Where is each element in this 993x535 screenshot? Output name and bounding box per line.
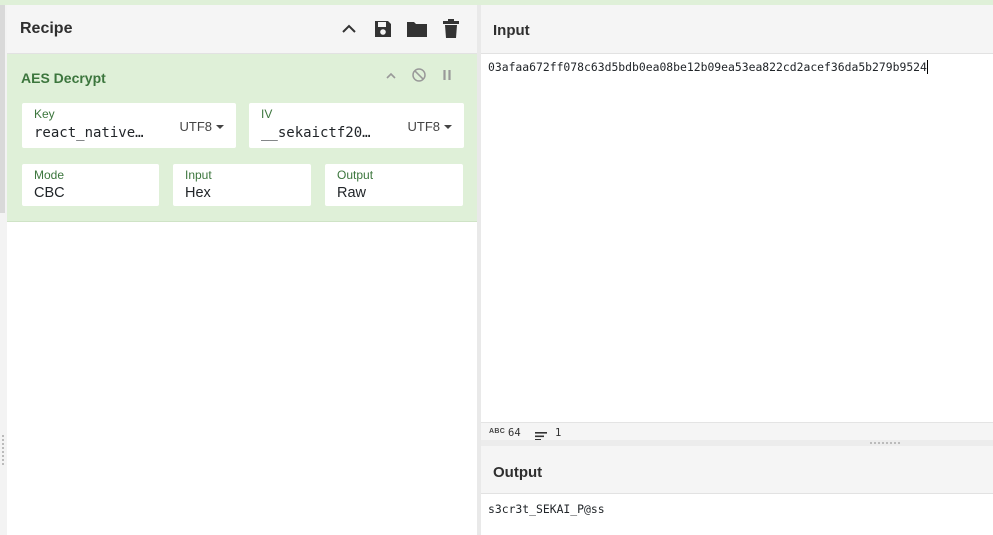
disable-icon[interactable] [411,66,427,84]
trash-icon[interactable] [439,17,463,41]
input-length: 64 [508,427,521,439]
output-format-field[interactable]: Output Raw [325,164,463,206]
mode-field[interactable]: Mode CBC [22,164,159,206]
resize-grip[interactable] [2,435,4,465]
input-line-count: 1 [555,427,562,439]
output-format-value[interactable]: Raw [337,185,366,201]
chevron-up-icon[interactable] [337,17,361,41]
input-pane: Input 03afaa672ff078c63d5bdb0ea08be12b09… [481,5,993,443]
text-caret [926,60,928,74]
output-header: Output [481,446,993,494]
abc-icon: ABC [489,428,506,435]
mode-value[interactable]: CBC [34,185,65,201]
output-text[interactable]: s3cr3t_SEKAI_P@ss [488,502,605,516]
input-format-value[interactable]: Hex [185,185,211,201]
pause-icon[interactable] [439,66,455,84]
key-label: Key [34,107,55,121]
recipe-pane: Recipe AES Decrypt Key react_native… UTF… [7,5,477,535]
recipe-title: Recipe [20,20,73,37]
left-scrollbar[interactable] [0,5,5,213]
operation-controls [383,66,455,84]
input-header: Input [481,5,993,54]
left-edge-bar [0,5,7,535]
iv-encoding-dropdown[interactable]: UTF8 [408,119,453,134]
output-format-label: Output [337,168,374,182]
recipe-header: Recipe [7,5,477,54]
key-value[interactable]: react_native… [34,125,144,141]
chevron-up-icon[interactable] [383,66,399,84]
input-title: Input [493,22,530,39]
key-encoding-dropdown[interactable]: UTF8 [180,119,225,134]
iv-field[interactable]: IV __sekaictf20… UTF8 [249,103,464,148]
key-field[interactable]: Key react_native… UTF8 [22,103,236,148]
iv-label: IV [261,107,273,121]
input-format-label: Input [185,168,212,182]
recipe-toolbar [337,17,463,41]
splitter-grip[interactable] [870,442,902,444]
operation-title: AES Decrypt [21,70,106,86]
output-title: Output [493,464,543,481]
aes-decrypt-operation[interactable]: AES Decrypt Key react_native… UTF8 IV __… [7,54,477,222]
input-text[interactable]: 03afaa672ff078c63d5bdb0ea08be12b09ea53ea… [488,60,927,74]
iv-value[interactable]: __sekaictf20… [261,125,371,141]
input-textarea[interactable]: 03afaa672ff078c63d5bdb0ea08be12b09ea53ea… [488,60,928,74]
save-icon[interactable] [371,17,395,41]
mode-label: Mode [34,168,65,182]
input-format-field[interactable]: Input Hex [173,164,311,206]
output-pane: Output s3cr3t_SEKAI_P@ss [481,446,993,535]
folder-icon[interactable] [405,17,429,41]
